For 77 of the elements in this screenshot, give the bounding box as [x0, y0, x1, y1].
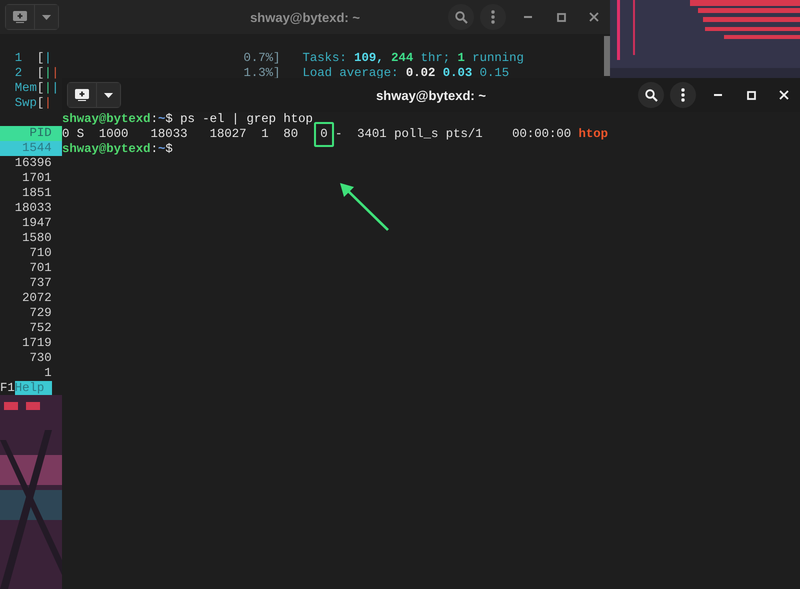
- output-text: 0 S 1000 18033 18027 1 80: [62, 127, 298, 142]
- meter-bracket: [: [36, 81, 44, 96]
- new-tab-button[interactable]: [68, 83, 96, 107]
- stat-label: 0.15: [480, 66, 510, 81]
- caret-icon: [42, 14, 51, 20]
- process-row[interactable]: 1851: [0, 186, 52, 201]
- usage-ticks: |: [44, 96, 52, 111]
- stat-label: thr;: [420, 51, 450, 66]
- meter-bracket: [: [36, 96, 44, 111]
- prompt-separator: :: [150, 142, 158, 157]
- maximize-icon: [746, 90, 756, 100]
- process-row[interactable]: 18033: [0, 201, 52, 216]
- new-tab-icon: [75, 89, 89, 101]
- tab-menu-button[interactable]: [96, 83, 120, 107]
- stat-value: 1: [458, 51, 465, 66]
- highlighted-value: 0: [314, 122, 334, 147]
- prompt-symbol: $: [165, 142, 173, 157]
- stat-value: 0.03: [442, 66, 472, 81]
- minimize-icon: [524, 16, 532, 18]
- prompt-user: shway@bytexd: [62, 112, 151, 127]
- process-row[interactable]: 710: [0, 246, 52, 261]
- process-row[interactable]: 1947: [0, 216, 52, 231]
- close-icon: [779, 90, 789, 100]
- process-row[interactable]: 16396: [0, 156, 52, 171]
- key-label: F1: [0, 381, 15, 395]
- close-icon: [589, 12, 599, 22]
- stat-label: running: [472, 51, 524, 66]
- process-row[interactable]: 2072: [0, 291, 52, 306]
- minimize-icon: [714, 94, 722, 96]
- search-icon: [454, 10, 468, 24]
- usage-ticks: |: [52, 81, 60, 96]
- meter-reading: 1.3%]: [243, 66, 280, 81]
- usage-ticks: |: [44, 66, 52, 81]
- maximize-icon: [556, 12, 566, 22]
- stat-value: 0.02: [406, 66, 436, 81]
- process-row[interactable]: 701: [0, 261, 52, 276]
- new-tab-icon: [13, 11, 27, 23]
- meter-label: Swp: [14, 96, 37, 111]
- menu-button[interactable]: [670, 82, 696, 108]
- usage-ticks: |: [44, 51, 52, 66]
- process-row[interactable]: 1580: [0, 231, 52, 246]
- output-text: - 3401 poll_s pts/1 00:00:00: [335, 127, 572, 142]
- caret-icon: [104, 92, 113, 98]
- stat-label: Tasks:: [302, 51, 347, 66]
- process-row[interactable]: 730: [0, 351, 52, 366]
- scrollbar[interactable]: [604, 36, 610, 76]
- process-row[interactable]: 1: [0, 366, 52, 381]
- stat-value: 109,: [354, 51, 384, 66]
- stat-value: 244: [391, 51, 414, 66]
- process-row[interactable]: 1719: [0, 336, 52, 351]
- stat-label: Load average:: [302, 66, 398, 81]
- prompt-path: ~: [158, 142, 166, 157]
- menu-icon: [681, 88, 685, 102]
- process-row[interactable]: 752: [0, 321, 52, 336]
- process-row[interactable]: 1701: [0, 171, 52, 186]
- search-icon: [644, 88, 658, 102]
- process-name: htop: [578, 127, 608, 142]
- menu-icon: [491, 10, 495, 24]
- annotation-arrow: [340, 183, 389, 231]
- meter-label: 1: [14, 51, 24, 66]
- process-row[interactable]: 737: [0, 276, 52, 291]
- prompt-separator: :: [150, 112, 158, 127]
- usage-ticks: |: [52, 66, 60, 81]
- prompt-path: ~: [158, 112, 166, 127]
- command-text: ps -el | grep htop: [180, 112, 313, 127]
- prompt-symbol: $: [165, 112, 173, 127]
- window-title: shway@bytexd: ~: [376, 88, 486, 102]
- meter-reading: 0.7%]: [243, 51, 280, 66]
- prompt-user: shway@bytexd: [62, 142, 151, 157]
- search-button[interactable]: [638, 82, 664, 108]
- meter-bracket: [: [36, 66, 44, 81]
- window-title: shway@bytexd: ~: [250, 10, 360, 24]
- process-row[interactable]: 729: [0, 306, 52, 321]
- meter-bracket: [: [36, 51, 44, 66]
- meter-label: Mem: [14, 81, 37, 96]
- usage-ticks: |: [44, 81, 52, 96]
- meter-label: 2: [14, 66, 24, 81]
